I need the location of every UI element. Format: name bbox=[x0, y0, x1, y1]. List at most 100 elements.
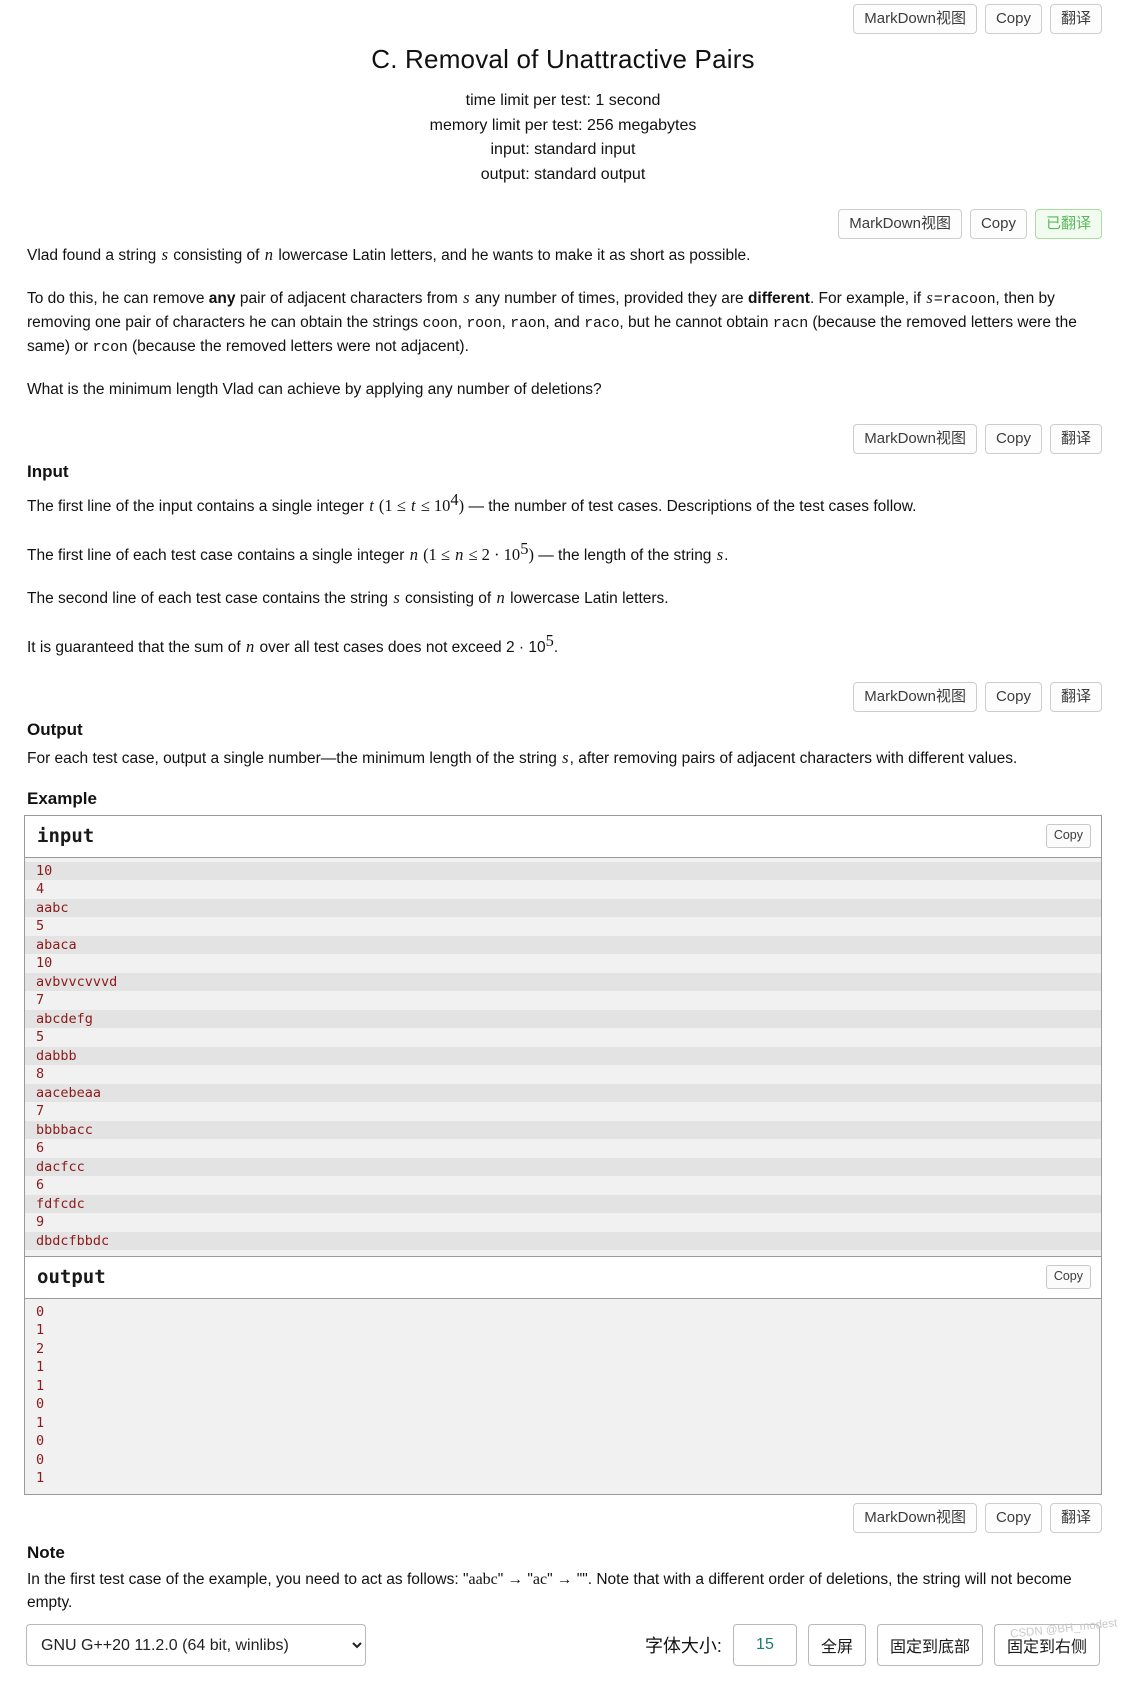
sample-input-header: input Copy bbox=[25, 816, 1101, 858]
math-var-n: n bbox=[264, 245, 274, 264]
sample-output-data[interactable]: 0121101001 bbox=[25, 1298, 1101, 1494]
code-raon: raon bbox=[510, 315, 546, 332]
text: In the first test case of the example, y… bbox=[27, 1570, 469, 1588]
time-limit: time limit per test: 1 second bbox=[465, 92, 661, 109]
font-size-input[interactable] bbox=[732, 1624, 797, 1666]
output-paragraph-1: For each test case, output a single numb… bbox=[24, 746, 1102, 770]
text: — the number of test cases. Descriptions… bbox=[464, 498, 917, 516]
math-var-s: s bbox=[161, 245, 168, 264]
text: (1 ≤ bbox=[418, 545, 455, 565]
translate-button-output[interactable]: 翻译 bbox=[1049, 682, 1102, 713]
data-line: 1 bbox=[36, 1359, 45, 1376]
markdown-view-button-output[interactable]: MarkDown视图 bbox=[853, 682, 977, 713]
data-line: 0 bbox=[36, 1451, 45, 1468]
copy-button-statement[interactable]: Copy bbox=[969, 209, 1027, 239]
fullscreen-button[interactable]: 全屏 bbox=[807, 1624, 866, 1666]
page-title: C. Removal of Unattractive Pairs bbox=[371, 44, 755, 74]
input-spec: input: standard input bbox=[490, 141, 636, 158]
math-var-n: n bbox=[246, 637, 255, 657]
math-var-t: t bbox=[369, 496, 374, 516]
data-line: 0 bbox=[36, 1433, 45, 1450]
data-line: abcdefg bbox=[25, 1009, 1101, 1029]
markdown-view-button-input[interactable]: MarkDown视图 bbox=[853, 424, 977, 454]
text: . For example, if bbox=[809, 290, 926, 307]
math-var-s: s bbox=[926, 288, 933, 307]
pin-bottom-button[interactable]: 固定到底部 bbox=[876, 1624, 983, 1666]
math-var-s: s bbox=[393, 588, 400, 608]
copy-button-input[interactable]: Copy bbox=[984, 424, 1042, 454]
data-line: 2 bbox=[36, 1340, 45, 1357]
toolbar-output: MarkDown视图 Copy 翻译 bbox=[24, 678, 1102, 716]
code-aabc: aabc bbox=[468, 1570, 498, 1588]
text: , bbox=[501, 314, 511, 331]
sample-input-label: input bbox=[37, 825, 95, 848]
toolbar-top: MarkDown视图 Copy 翻译 bbox=[24, 0, 1102, 38]
section-heading-output: Output bbox=[27, 720, 83, 740]
math-var-t: t bbox=[410, 496, 416, 516]
translate-button-note[interactable]: 翻译 bbox=[1049, 1502, 1102, 1533]
code-coon: coon bbox=[422, 315, 458, 332]
font-size-label: 字体大小: bbox=[644, 1636, 722, 1656]
code-racoon: racoon bbox=[942, 291, 996, 308]
section-heading-note: Note bbox=[27, 1542, 65, 1562]
text: over all test cases does not exceed 2 · … bbox=[255, 639, 546, 657]
data-line: aabc bbox=[25, 898, 1101, 918]
data-line: dbdcfbbdc bbox=[25, 1231, 1101, 1251]
data-line: 6 bbox=[25, 1139, 1101, 1158]
text: Vlad found a string bbox=[27, 247, 161, 264]
data-line: 5 bbox=[25, 917, 1101, 936]
math-var-s: s bbox=[463, 288, 470, 307]
data-line: 7 bbox=[25, 1102, 1101, 1121]
translate-button-top[interactable]: 翻译 bbox=[1049, 4, 1102, 34]
copy-button-top[interactable]: Copy bbox=[984, 4, 1042, 34]
sample-input-data[interactable]: 10 4 aabc 5 abaca 10 avbvvcvvvd 7 abcdefg 5 dabbb 8… bbox=[25, 857, 1101, 1257]
text: (1 ≤ bbox=[374, 496, 410, 516]
markdown-view-button-top[interactable]: MarkDown视图 bbox=[853, 4, 977, 34]
sample-output-label: output bbox=[37, 1266, 106, 1289]
data-line: 8 bbox=[25, 1065, 1101, 1084]
translate-button-input[interactable]: 翻译 bbox=[1049, 424, 1102, 454]
data-line: 1 bbox=[36, 1377, 45, 1394]
memory-limit: memory limit per test: 256 megabytes bbox=[429, 116, 697, 134]
text: The first line of the input contains a s… bbox=[27, 498, 369, 516]
data-line: 10 bbox=[25, 861, 1101, 881]
copy-input-button[interactable]: Copy bbox=[1045, 824, 1091, 848]
data-line: aacebeaa bbox=[25, 1083, 1101, 1103]
text: (because the removed letters were not ad… bbox=[127, 338, 469, 355]
bottom-control-bar: GNU G++20 11.2.0 (64 bit, winlibs) 字体大小:… bbox=[0, 1609, 1126, 1681]
text: ≤ 2 · 10 bbox=[464, 545, 521, 565]
translate-button-statement[interactable]: 已翻译 bbox=[1034, 209, 1102, 239]
data-line: 6 bbox=[25, 1176, 1101, 1195]
sample-output-header: output Copy bbox=[25, 1256, 1101, 1299]
math-var-s: s bbox=[716, 545, 724, 565]
text: To do this, he can remove bbox=[27, 290, 209, 307]
text: The second line of each test case contai… bbox=[27, 590, 393, 608]
data-line: abaca bbox=[25, 935, 1101, 955]
text: pair of adjacent characters from bbox=[235, 290, 463, 307]
input-paragraph-1: The first line of the input contains a s… bbox=[24, 488, 1102, 518]
compiler-select[interactable]: GNU G++20 11.2.0 (64 bit, winlibs) bbox=[26, 1624, 366, 1666]
code-roon: roon bbox=[466, 315, 502, 332]
data-line: dabbb bbox=[25, 1046, 1101, 1066]
toolbar-statement: MarkDown视图 Copy 已翻译 bbox=[24, 205, 1102, 243]
text: . bbox=[553, 639, 559, 657]
exponent: 5 bbox=[545, 631, 554, 651]
statement-paragraph-2: To do this, he can remove any pair of ad… bbox=[24, 286, 1102, 359]
bottom-bar-right-group: 字体大小: 全屏 固定到底部 固定到右侧 bbox=[645, 1624, 1100, 1666]
code-racn: racn bbox=[772, 315, 809, 332]
data-line: 4 bbox=[25, 880, 1101, 899]
statement-paragraph-3: What is the minimum length Vlad can achi… bbox=[27, 381, 602, 398]
markdown-view-button-note[interactable]: MarkDown视图 bbox=[853, 1502, 977, 1533]
data-line: 1 bbox=[36, 1322, 45, 1339]
text: , but he cannot obtain bbox=[619, 314, 773, 331]
pin-right-button[interactable]: 固定到右侧 bbox=[993, 1624, 1100, 1666]
emphasis-any: any bbox=[208, 290, 236, 307]
data-line: 10 bbox=[25, 954, 1101, 973]
markdown-view-button-statement[interactable]: MarkDown视图 bbox=[838, 209, 962, 239]
note-paragraph-1: In the first test case of the example, y… bbox=[24, 1568, 1102, 1614]
data-line: 1 bbox=[36, 1470, 45, 1487]
copy-button-output[interactable]: Copy bbox=[984, 682, 1042, 713]
copy-output-button[interactable]: Copy bbox=[1045, 1265, 1091, 1289]
section-heading-example: Example bbox=[27, 789, 97, 809]
copy-button-note[interactable]: Copy bbox=[984, 1502, 1042, 1533]
